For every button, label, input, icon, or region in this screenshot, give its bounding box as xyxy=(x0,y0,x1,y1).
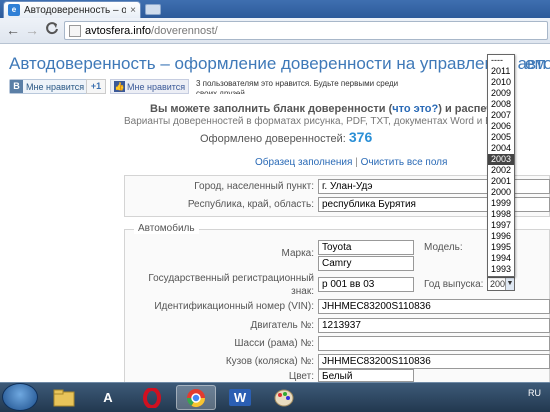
vk-icon: B xyxy=(10,80,23,93)
opera-icon[interactable] xyxy=(132,385,172,410)
page-icon xyxy=(69,24,81,37)
browser-tab[interactable]: e Автодоверенность – офор × xyxy=(3,1,141,18)
color-input[interactable]: Белый xyxy=(318,369,414,382)
start-button[interactable] xyxy=(2,383,38,411)
year-option[interactable]: 1999 xyxy=(488,198,514,209)
tab-title: Автодоверенность – офор xyxy=(24,4,126,16)
explorer-icon[interactable] xyxy=(44,385,84,410)
year-option[interactable]: 2004 xyxy=(488,143,514,154)
plate-input[interactable]: р 001 вв 03 xyxy=(318,277,414,292)
vin-input[interactable]: JHHMEC83200S110836 xyxy=(318,299,550,314)
tab-close-icon[interactable]: × xyxy=(130,5,140,16)
word-icon[interactable]: W xyxy=(220,385,260,410)
font-app-icon[interactable]: A xyxy=(88,385,128,410)
year-option[interactable]: 1995 xyxy=(488,242,514,253)
year-option[interactable]: 1993 xyxy=(488,264,514,275)
counter-value: 376 xyxy=(348,129,373,145)
reload-icon[interactable] xyxy=(43,21,61,39)
year-option[interactable]: 2011 xyxy=(488,66,514,77)
year-select[interactable]: 2003 ▼ xyxy=(487,277,515,291)
vk-like-button[interactable]: B Мне нравится xyxy=(9,79,89,94)
year-option[interactable]: 2003 xyxy=(488,154,514,165)
body-label: Кузов (коляска) №: xyxy=(225,356,314,367)
car-legend: Автомобиль xyxy=(134,223,199,234)
model-input[interactable]: Camry xyxy=(318,256,414,271)
language-indicator[interactable]: RU xyxy=(528,388,541,398)
new-tab-button[interactable] xyxy=(145,4,161,15)
chrome-icon[interactable] xyxy=(176,385,216,410)
vk-like-label: Мне нравится xyxy=(26,81,85,92)
fb-like-count: 3 пользователям это нравится. Будьте пер… xyxy=(196,79,399,94)
year-option[interactable]: 2007 xyxy=(488,110,514,121)
year-option[interactable]: 1997 xyxy=(488,220,514,231)
intro-text: Вы можете заполнить бланк доверенности (… xyxy=(150,103,505,115)
counter: Оформлено доверенностей: 376 xyxy=(200,129,373,145)
city-input[interactable]: г. Улан-Удэ xyxy=(318,179,550,194)
vin-label: Идентификационный номер (VIN): xyxy=(154,301,314,312)
year-option[interactable]: 2001 xyxy=(488,176,514,187)
year-option[interactable]: 2002 xyxy=(488,165,514,176)
model-label: Модель: xyxy=(424,242,463,253)
gplus-button[interactable]: +1 xyxy=(86,79,106,94)
chassis-input[interactable] xyxy=(318,336,550,351)
make-input[interactable]: Toyota xyxy=(318,240,414,255)
paint-icon[interactable] xyxy=(264,385,304,410)
fb-like-label: Мне нравится xyxy=(127,81,186,92)
form-links: Образец заполнения | Очистить все поля xyxy=(255,157,448,168)
site-favicon-icon: e xyxy=(8,4,20,16)
page-title: Автодоверенность – оформление довереннос… xyxy=(9,54,550,73)
address-bar[interactable]: avtosfera.info/doverennost/ xyxy=(64,21,548,40)
forward-icon[interactable]: → xyxy=(23,21,41,39)
body-input[interactable]: JHHMEC83200S110836 xyxy=(318,354,550,369)
year-option[interactable]: ---- xyxy=(488,55,514,66)
year-option[interactable]: 2009 xyxy=(488,88,514,99)
clear-fields-link[interactable]: Очистить все поля xyxy=(361,157,448,168)
what-is-it-link[interactable]: что это? xyxy=(392,103,438,115)
region-input[interactable]: республика Бурятия xyxy=(318,197,550,212)
year-option[interactable]: 2000 xyxy=(488,187,514,198)
fb-like-button[interactable]: 👍 Мне нравится xyxy=(110,79,190,94)
year-label: Год выпуска: xyxy=(424,279,484,290)
formats-text: Варианты доверенностей в форматах рисунк… xyxy=(124,116,508,127)
year-option[interactable]: 2008 xyxy=(488,99,514,110)
back-icon[interactable]: ← xyxy=(4,21,22,39)
year-dropdown-list[interactable]: ---- 2011 2010 2009 2008 2007 2006 2005 2004 2003… xyxy=(487,54,515,277)
plate-label: Государственный регистрационный знак: xyxy=(148,273,314,297)
year-option[interactable]: 1998 xyxy=(488,209,514,220)
region-label: Республика, край, область: xyxy=(187,199,314,210)
chassis-label: Шасси (рама) №: xyxy=(234,338,314,349)
engine-label: Двигатель №: xyxy=(250,320,314,331)
make-label: Марка: xyxy=(281,248,315,259)
engine-input[interactable]: 1213937 xyxy=(318,318,550,333)
year-option[interactable]: 1994 xyxy=(488,253,514,264)
year-option[interactable]: 2010 xyxy=(488,77,514,88)
color-label: Цвет: xyxy=(288,371,314,382)
year-option[interactable]: 1996 xyxy=(488,231,514,242)
url-text: avtosfera.info/doverennost/ xyxy=(85,24,218,37)
year-option[interactable]: 2006 xyxy=(488,121,514,132)
thumbs-up-icon: 👍 xyxy=(114,81,125,92)
sample-link[interactable]: Образец заполнения xyxy=(255,157,352,168)
page-title-tail: ем xyxy=(525,54,547,73)
city-label: Город, населенный пункт: xyxy=(194,181,314,192)
year-option[interactable]: 2005 xyxy=(488,132,514,143)
chevron-down-icon[interactable]: ▼ xyxy=(505,278,514,290)
